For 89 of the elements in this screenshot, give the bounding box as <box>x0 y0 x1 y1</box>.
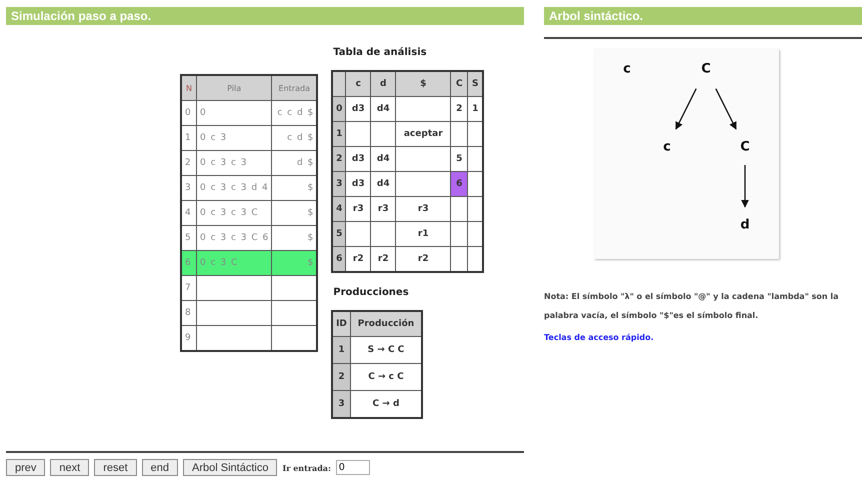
table-cell: $ <box>272 226 318 250</box>
column-header: Producción <box>350 311 422 336</box>
table-cell <box>272 276 318 300</box>
node-label: C <box>701 62 711 76</box>
section-header: Arbol sintáctico. <box>544 7 862 25</box>
step-button[interactable]: reset <box>94 459 137 476</box>
node-label: C <box>740 140 750 154</box>
column-header: N <box>181 75 196 100</box>
column-header: ID <box>332 311 350 336</box>
table-cell: 3 <box>332 172 346 196</box>
table-cell <box>272 326 318 351</box>
column-header: Pila <box>196 75 272 100</box>
column-header: S <box>468 71 484 96</box>
tree-button[interactable]: Arbol Sintáctico <box>183 459 278 476</box>
table-cell <box>272 300 318 326</box>
table-cell: 2 <box>181 150 196 176</box>
table-cell: 1 <box>332 336 350 364</box>
table-title: Tabla de análisis <box>333 47 428 58</box>
table-cell: 3 <box>332 390 350 418</box>
input-field[interactable]: 0 <box>336 460 370 475</box>
table-cell: 0 c 3 c 3 C <box>196 200 272 226</box>
column-header: C <box>450 71 468 96</box>
table-cell: C → d <box>350 390 422 418</box>
section-header: Simulación paso a paso. <box>6 7 524 25</box>
table-cell: C → c C <box>350 364 422 390</box>
table-cell: d $ <box>272 150 318 176</box>
table-cell: 1 <box>468 96 484 122</box>
step-button[interactable]: prev <box>6 459 46 476</box>
table-cell: d4 <box>370 172 396 196</box>
table-cell: $ <box>272 200 318 226</box>
arrow <box>675 88 697 130</box>
table-cell: 2 <box>332 364 350 390</box>
table-cell: d3 <box>346 146 371 172</box>
field-label: Ir entrada: <box>282 462 331 472</box>
table-cell: $ <box>272 176 318 200</box>
table-cell: 0 c 3 C <box>196 250 272 276</box>
table-cell: 2 <box>332 146 346 172</box>
table-cell: S → C C <box>350 336 422 364</box>
node-label: d <box>740 218 750 232</box>
table-cell: r2 <box>396 246 451 272</box>
table-cell: 0 <box>181 100 196 126</box>
table-cell: 5 <box>181 226 196 250</box>
table-cell: 0 <box>196 100 272 126</box>
table-cell: r1 <box>396 222 451 246</box>
arrow <box>715 88 737 130</box>
table-cell: d3 <box>346 172 371 196</box>
table-cell: 4 <box>332 196 346 222</box>
arrow <box>741 165 749 208</box>
step-button[interactable]: next <box>50 459 90 476</box>
node-label: c <box>623 62 631 76</box>
column-header: $ <box>396 71 451 96</box>
table-cell: aceptar <box>396 122 451 146</box>
table-cell: d3 <box>346 96 371 122</box>
table-cell: 6 <box>332 246 346 272</box>
shortcuts-link[interactable]: Teclas de acceso rápido. <box>544 333 654 342</box>
table-cell: 5 <box>450 146 468 172</box>
table-cell: r3 <box>346 196 371 222</box>
table-cell: r2 <box>346 246 371 272</box>
column-header: c <box>346 71 371 96</box>
table-cell: 8 <box>181 300 196 326</box>
table-cell: 0 c 3 c 3 C 6 <box>196 226 272 250</box>
table-cell: 0 <box>332 96 346 122</box>
table-cell: r3 <box>370 196 396 222</box>
table-cell: 0 c 3 <box>196 126 272 150</box>
table-cell: 0 c 3 c 3 <box>196 150 272 176</box>
table-cell: 2 <box>450 96 468 122</box>
table-cell: 4 <box>181 200 196 226</box>
table-cell: 6 <box>181 250 196 276</box>
table-cell: c d $ <box>272 126 318 150</box>
note-text: Nota: El símbolo "λ" o el símbolo "@" y la cadena "lambda" son la palabra vacía, el símbolo "$"es el símbolo final. <box>544 291 840 322</box>
table-title: Producciones <box>333 287 410 298</box>
node-label: c <box>663 140 671 154</box>
table-cell: c c d $ <box>272 100 318 126</box>
table-cell: 3 <box>181 176 196 200</box>
table-cell: 9 <box>181 326 196 351</box>
table-cell: r2 <box>370 246 396 272</box>
table-cell: d4 <box>370 146 396 172</box>
table-cell: $ <box>272 250 318 276</box>
table-cell: 6 <box>450 172 468 196</box>
table-cell: 7 <box>181 276 196 300</box>
table-cell: 1 <box>181 126 196 150</box>
table-cell: d4 <box>370 96 396 122</box>
column-header: d <box>370 71 396 96</box>
table-cell: 1 <box>332 122 346 146</box>
table-cell: 5 <box>332 222 346 246</box>
table-cell: r3 <box>396 196 451 222</box>
column-header: Entrada <box>272 75 318 100</box>
table-cell: 0 c 3 c 3 d 4 <box>196 176 272 200</box>
step-button[interactable]: end <box>142 459 178 476</box>
